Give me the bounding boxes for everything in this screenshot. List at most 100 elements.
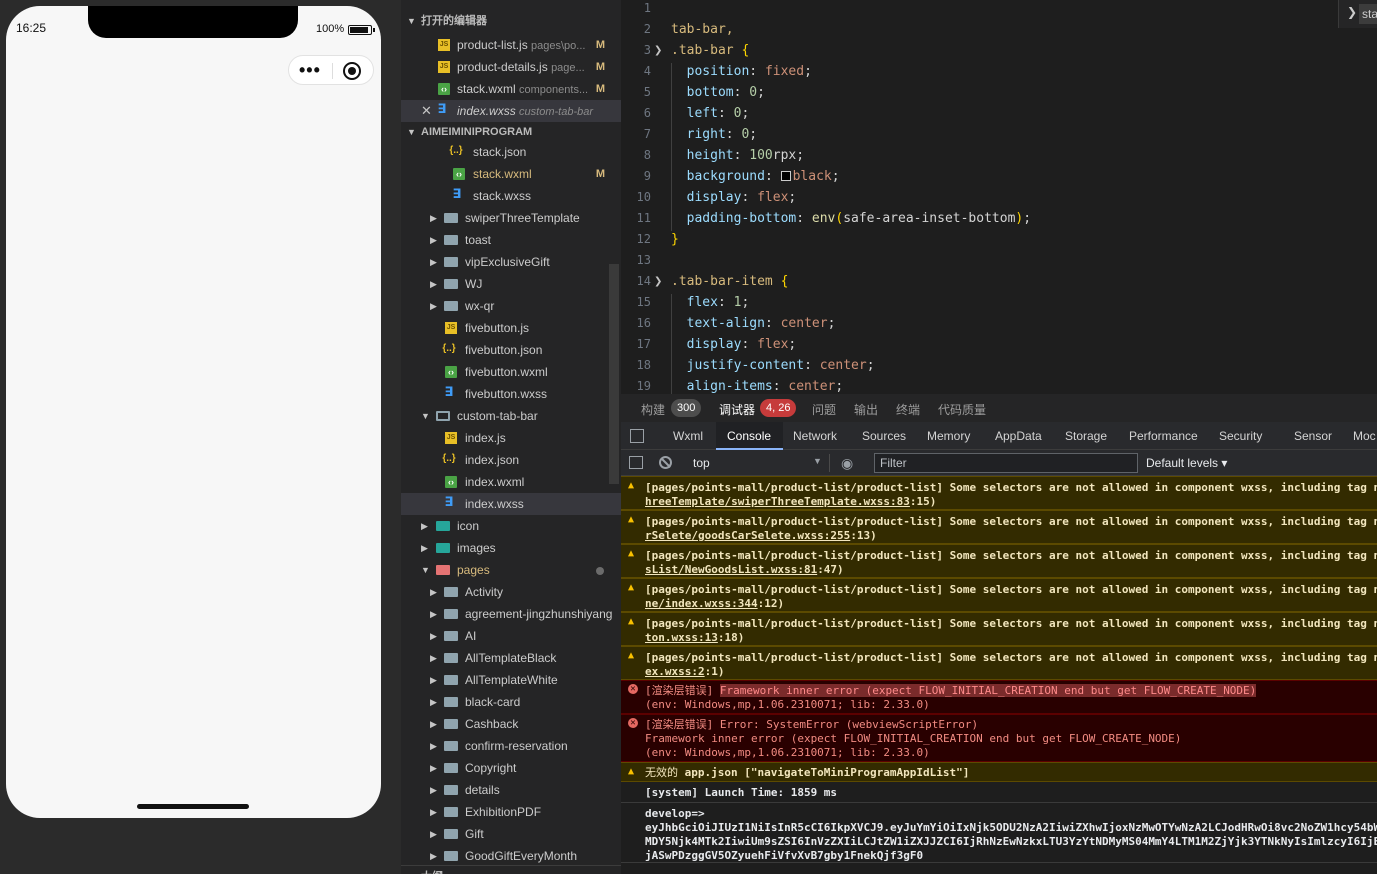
value: center (788, 379, 836, 394)
filter-input[interactable]: Filter (874, 453, 1138, 473)
editor-tab-fragment[interactable]: sta (1359, 4, 1377, 24)
tree-file[interactable]: ‹› stack.wxml M (401, 163, 621, 185)
tree-folder[interactable]: ▶ agreement-jingzhunshiyang (401, 603, 621, 625)
phone-screen[interactable]: 16:25 100% ••• (6, 6, 381, 818)
explorer-scrollbar[interactable] (609, 264, 619, 484)
tab-debugger[interactable]: 调试器 (719, 401, 755, 418)
tab-appdata[interactable]: AppData (995, 429, 1042, 443)
tree-label: fivebutton.js (465, 321, 530, 335)
tree-folder-open[interactable]: ▼ custom-tab-bar (401, 405, 621, 427)
chevron-right-icon: ▶ (430, 675, 437, 685)
clear-console-icon[interactable] (659, 456, 672, 469)
project-header[interactable]: ▼ AIMEIMINIPROGRAM (401, 121, 621, 143)
tree-folder[interactable]: ▶ toast (401, 229, 621, 251)
source-link[interactable]: sList/NewGoodsList.wxss:81 (645, 563, 817, 576)
console-info: develop=> eyJhbGciOiJIUzI1NiIsInR5cCI6Ik… (621, 803, 1377, 863)
tree-folder[interactable]: ▶ details (401, 779, 621, 801)
tab-sources[interactable]: Sources (862, 429, 906, 443)
chevron-down-icon[interactable]: ▼ (813, 456, 822, 466)
fold-chevron-icon[interactable]: ❯ (654, 40, 662, 61)
folder-icon (444, 741, 458, 751)
tree-folder[interactable]: ▶ AllTemplateWhite (401, 669, 621, 691)
open-editor-item[interactable]: JS product-details.js page... M (401, 56, 621, 78)
tree-file[interactable]: {..} stack.json (401, 141, 621, 163)
folder-icon (444, 675, 458, 685)
source-link[interactable]: hreeTemplate/swiperThreeTemplate.wxss:83 (645, 495, 910, 508)
chevron-right-icon: ▶ (430, 697, 437, 707)
code-editor[interactable]: 1 2 3 4 5 6 7 8 9 10 11 12 13 14 15 16 1… (621, 0, 1377, 394)
source-link[interactable]: ex.wxss:2 (645, 665, 705, 678)
color-swatch-icon[interactable] (780, 171, 791, 181)
chevron-right-icon: ▶ (430, 301, 437, 311)
tab-wxml[interactable]: Wxml (673, 429, 703, 443)
tree-file[interactable]: ∃ fivebutton.wxss (401, 383, 621, 405)
folder-icon (444, 279, 458, 289)
tree-label: AllTemplateBlack (465, 651, 557, 665)
source-link[interactable]: rSelete/goodsCarSelete.wxss:255 (645, 529, 850, 542)
close-target-icon[interactable] (343, 62, 361, 80)
open-editor-item[interactable]: ‹› stack.wxml components... M (401, 78, 621, 100)
tree-folder[interactable]: ▶ ExhibitionPDF (401, 801, 621, 823)
tab-code-quality[interactable]: 代码质量 (938, 401, 986, 418)
tab-security[interactable]: Security (1219, 429, 1262, 443)
tab-storage[interactable]: Storage (1065, 429, 1107, 443)
tree-file[interactable]: JS index.js (401, 427, 621, 449)
editor-side-toggle[interactable]: ❯ sta (1338, 0, 1377, 28)
chevron-right-icon[interactable]: ❯ (1347, 5, 1357, 19)
open-editor-item-active[interactable]: ✕ ∃ index.wxss custom-tab-bar (401, 100, 621, 122)
sidebar-toggle-icon[interactable] (629, 456, 643, 469)
line-number: 6 (643, 106, 651, 120)
tree-file[interactable]: ∃ stack.wxss (401, 185, 621, 207)
tree-folder-open[interactable]: ▼ pages (401, 559, 621, 581)
source-link[interactable]: ne/index.wxss:344 (645, 597, 758, 610)
tab-performance[interactable]: Performance (1129, 429, 1198, 443)
tree-file[interactable]: JS fivebutton.js (401, 317, 621, 339)
tree-folder[interactable]: ▶ GoodGiftEveryMonth (401, 845, 621, 867)
tree-folder[interactable]: ▶ swiperThreeTemplate (401, 207, 621, 229)
tab-network[interactable]: Network (793, 429, 837, 443)
tree-folder[interactable]: ▶ vipExclusiveGift (401, 251, 621, 273)
tree-label: Activity (465, 585, 504, 599)
tree-folder[interactable]: ▶ AI (401, 625, 621, 647)
warning-icon: ▲ (628, 582, 635, 593)
tree-folder[interactable]: ▶ AllTemplateBlack (401, 647, 621, 669)
tab-console[interactable]: Console (727, 429, 771, 443)
eye-icon[interactable]: ◉ (841, 455, 853, 472)
inspect-element-icon[interactable] (630, 429, 644, 443)
tree-folder[interactable]: ▶ Gift (401, 823, 621, 845)
tab-problems[interactable]: 问题 (812, 401, 836, 418)
tab-output[interactable]: 输出 (854, 401, 878, 418)
tree-folder[interactable]: ▶ images (401, 537, 621, 559)
console-error: ✕ [渲染层错误] Framework inner error (expect F… (621, 680, 1377, 714)
log-levels-select[interactable]: Default levels ▾ (1146, 456, 1227, 470)
tree-file[interactable]: ‹› index.wxml (401, 471, 621, 493)
more-dots-icon[interactable]: ••• (299, 59, 321, 81)
tab-mock[interactable]: Moc (1353, 429, 1376, 443)
fold-chevron-icon[interactable]: ❯ (654, 271, 662, 292)
context-select[interactable]: top (693, 456, 710, 470)
tab-sensor[interactable]: Sensor (1294, 429, 1332, 443)
tab-build[interactable]: 构建 (641, 401, 665, 418)
tree-folder[interactable]: ▶ Copyright (401, 757, 621, 779)
outline-header[interactable]: ▶ 大纲 (401, 865, 621, 874)
tree-file[interactable]: ‹› fivebutton.wxml (401, 361, 621, 383)
tree-folder[interactable]: ▶ WJ (401, 273, 621, 295)
tree-folder[interactable]: ▶ Activity (401, 581, 621, 603)
mini-program-capsule[interactable]: ••• (288, 55, 374, 85)
tree-folder[interactable]: ▶ confirm-reservation (401, 735, 621, 757)
folder-icon (444, 609, 458, 619)
tree-file[interactable]: {..} index.json (401, 449, 621, 471)
tree-folder[interactable]: ▶ Cashback (401, 713, 621, 735)
open-editors-header[interactable]: ▼ 打开的编辑器 (401, 10, 621, 32)
tree-file-selected[interactable]: ∃ index.wxss (401, 493, 621, 515)
tree-folder[interactable]: ▶ icon (401, 515, 621, 537)
open-editor-item[interactable]: JS product-list.js pages\po... M (401, 34, 621, 56)
tree-folder[interactable]: ▶ black-card (401, 691, 621, 713)
close-icon[interactable]: ✕ (421, 100, 432, 122)
wxml-file-icon: ‹› (438, 83, 450, 95)
tree-folder[interactable]: ▶ wx-qr (401, 295, 621, 317)
source-link[interactable]: ton.wxss:13 (645, 631, 718, 644)
tab-memory[interactable]: Memory (927, 429, 970, 443)
tab-terminal[interactable]: 终端 (896, 401, 920, 418)
tree-file[interactable]: {..} fivebutton.json (401, 339, 621, 361)
